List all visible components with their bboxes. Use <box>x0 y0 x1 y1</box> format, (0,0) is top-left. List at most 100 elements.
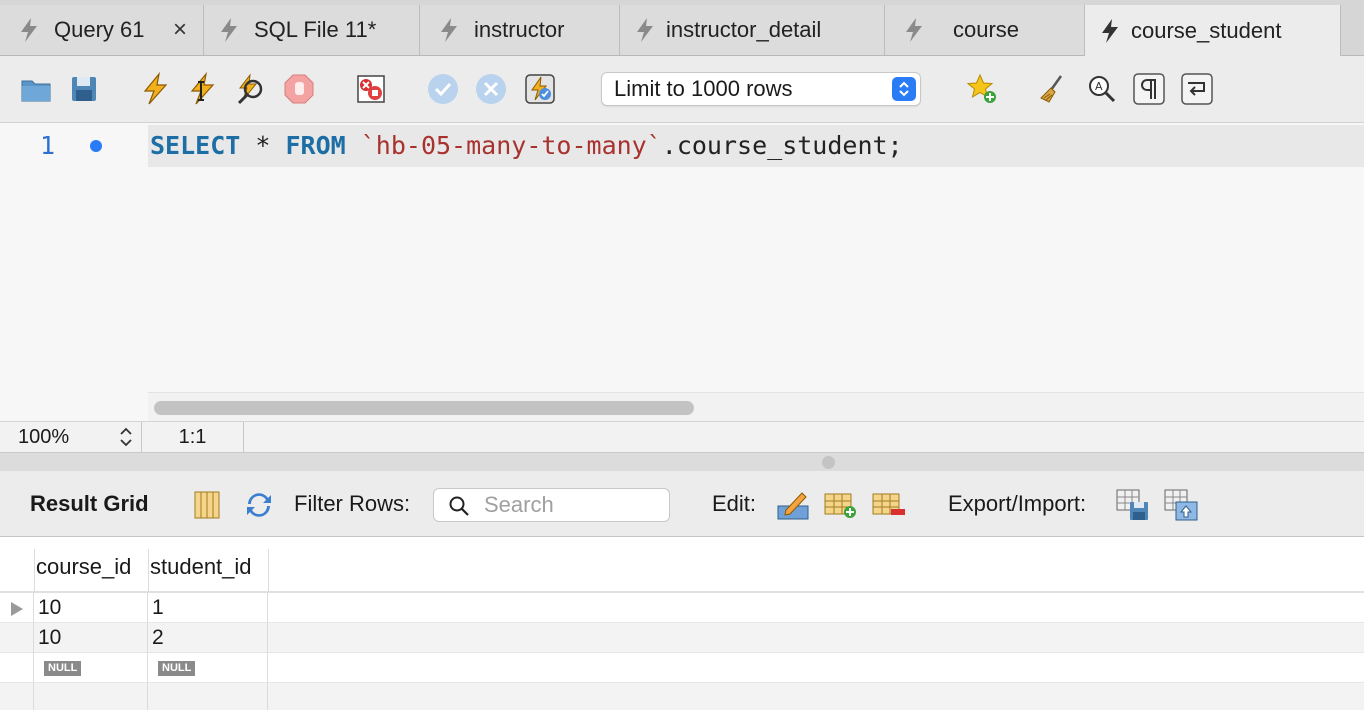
table-row-new[interactable]: NULL NULL <box>0 653 1364 683</box>
editor-status-bar: 100% 1:1 <box>0 421 1364 453</box>
close-tab-icon[interactable]: × <box>173 16 187 44</box>
add-row-button[interactable] <box>824 488 858 522</box>
tab-course[interactable]: course <box>885 5 1085 55</box>
beautify-button[interactable] <box>1033 70 1071 108</box>
add-snippet-button[interactable] <box>963 70 1001 108</box>
save-button[interactable] <box>65 70 103 108</box>
result-toolbar: Result Grid Filter Rows: Edit: Export/Im… <box>0 471 1364 537</box>
tab-label: course <box>953 17 1020 42</box>
find-icon: A <box>1089 76 1116 103</box>
table-row[interactable]: 10 1 <box>0 593 1364 623</box>
null-badge: NULL <box>158 660 196 676</box>
edit-label: Edit: <box>712 491 757 516</box>
sql-space <box>346 131 361 160</box>
lightning-icon <box>637 18 653 42</box>
refresh-button[interactable] <box>242 488 276 522</box>
horizontal-scrollbar[interactable] <box>148 392 1364 421</box>
tab-label: instructor <box>474 17 565 42</box>
sql-table-identifier: .course_student; <box>661 131 903 160</box>
filter-rows-search[interactable] <box>433 488 670 522</box>
execute-button[interactable] <box>136 70 174 108</box>
sql-keyword: SELECT <box>150 131 241 160</box>
refresh-icon <box>247 493 271 517</box>
sql-editor-toolbar: Limit to 1000 rows A <box>0 56 1364 123</box>
result-grid-label[interactable]: Result Grid <box>30 491 149 517</box>
scrollbar-thumb[interactable] <box>154 401 694 415</box>
cell-empty <box>148 683 268 710</box>
zoom-value: 100% <box>18 426 70 448</box>
zoom-stepper-icon[interactable] <box>119 426 133 449</box>
column-divider <box>268 549 269 593</box>
cell-course-id[interactable]: NULL <box>34 653 148 683</box>
row-selector <box>0 683 34 710</box>
save-icon <box>72 77 96 101</box>
explain-button[interactable] <box>232 70 270 108</box>
cell-student-id[interactable]: 1 <box>148 593 268 623</box>
statement-marker-icon <box>90 140 102 152</box>
tab-query-61[interactable]: Query 61 × <box>0 5 204 55</box>
tab-instructor-detail[interactable]: instructor_detail <box>620 5 885 55</box>
sql-operator: * <box>240 131 286 160</box>
sql-editor[interactable]: 1 SELECT * FROM `hb-05-many-to-many`.cou… <box>0 123 1364 421</box>
table-row[interactable]: 10 2 <box>0 623 1364 653</box>
current-row-arrow-icon <box>11 602 23 616</box>
stop-on-error-toggle[interactable] <box>352 70 390 108</box>
open-file-button[interactable] <box>17 70 55 108</box>
row-limit-value: Limit to 1000 rows <box>614 76 793 101</box>
lightning-icon <box>21 18 37 42</box>
import-button[interactable] <box>1164 488 1198 522</box>
autocommit-toggle[interactable] <box>521 70 559 108</box>
svg-text:A: A <box>1095 80 1103 93</box>
column-divider <box>148 549 149 593</box>
lightning-icon <box>143 72 168 105</box>
word-wrap-toggle[interactable] <box>1178 70 1216 108</box>
cell-empty <box>34 683 148 710</box>
tab-label: course_student <box>1131 17 1282 43</box>
cell-course-id[interactable]: 10 <box>34 623 148 653</box>
edit-row-button[interactable] <box>776 488 810 522</box>
edit-pencil-icon <box>777 492 809 520</box>
tab-sql-file-11[interactable]: SQL File 11* <box>204 5 420 55</box>
find-replace-button[interactable]: A <box>1082 70 1120 108</box>
commit-button[interactable] <box>424 70 462 108</box>
cursor-position: 1:1 <box>142 422 244 453</box>
stop-button[interactable] <box>280 70 318 108</box>
grid-view-button[interactable] <box>190 488 224 522</box>
row-selector[interactable] <box>0 623 34 653</box>
column-header-student-id[interactable]: student_id <box>150 554 252 580</box>
row-selector[interactable] <box>0 653 34 683</box>
export-button[interactable] <box>1116 488 1150 522</box>
checkmark-circle-icon <box>428 74 458 104</box>
rollback-button[interactable] <box>472 70 510 108</box>
row-selector[interactable] <box>0 593 34 623</box>
delete-row-icon <box>872 493 905 515</box>
delete-row-button[interactable] <box>872 488 906 522</box>
lightning-icon <box>221 18 237 42</box>
invisible-chars-toggle[interactable] <box>1130 70 1168 108</box>
sql-keyword: FROM <box>285 131 346 160</box>
cancel-circle-icon <box>476 74 506 104</box>
row-limit-select[interactable]: Limit to 1000 rows <box>601 72 921 106</box>
result-grid[interactable]: course_id student_id 10 1 10 2 NULL NULL <box>0 537 1364 710</box>
tab-course-student[interactable]: course_student <box>1085 5 1341 56</box>
cell-student-id[interactable]: NULL <box>148 653 268 683</box>
search-input[interactable] <box>484 491 664 519</box>
execute-statement-button[interactable] <box>183 70 221 108</box>
stop-hand-icon <box>284 74 314 104</box>
line-number: 1 <box>40 131 56 160</box>
cell-student-id[interactable]: 2 <box>148 623 268 653</box>
sql-code-line[interactable]: SELECT * FROM `hb-05-many-to-many`.cours… <box>150 131 903 160</box>
search-icon <box>449 496 469 516</box>
export-save-icon <box>1116 489 1148 520</box>
lightning-icon <box>441 18 457 42</box>
lightning-icon <box>1102 18 1118 43</box>
tab-instructor[interactable]: instructor <box>420 5 620 55</box>
filter-rows-label: Filter Rows: <box>294 491 411 516</box>
lightning-cursor-icon <box>190 72 215 105</box>
zoom-select[interactable]: 100% <box>0 422 142 453</box>
panel-splitter[interactable] <box>0 453 1364 471</box>
sql-schema-identifier: `hb-05-many-to-many` <box>360 131 662 160</box>
splitter-handle[interactable] <box>822 456 835 469</box>
column-header-course-id[interactable]: course_id <box>36 554 131 580</box>
cell-course-id[interactable]: 10 <box>34 593 148 623</box>
